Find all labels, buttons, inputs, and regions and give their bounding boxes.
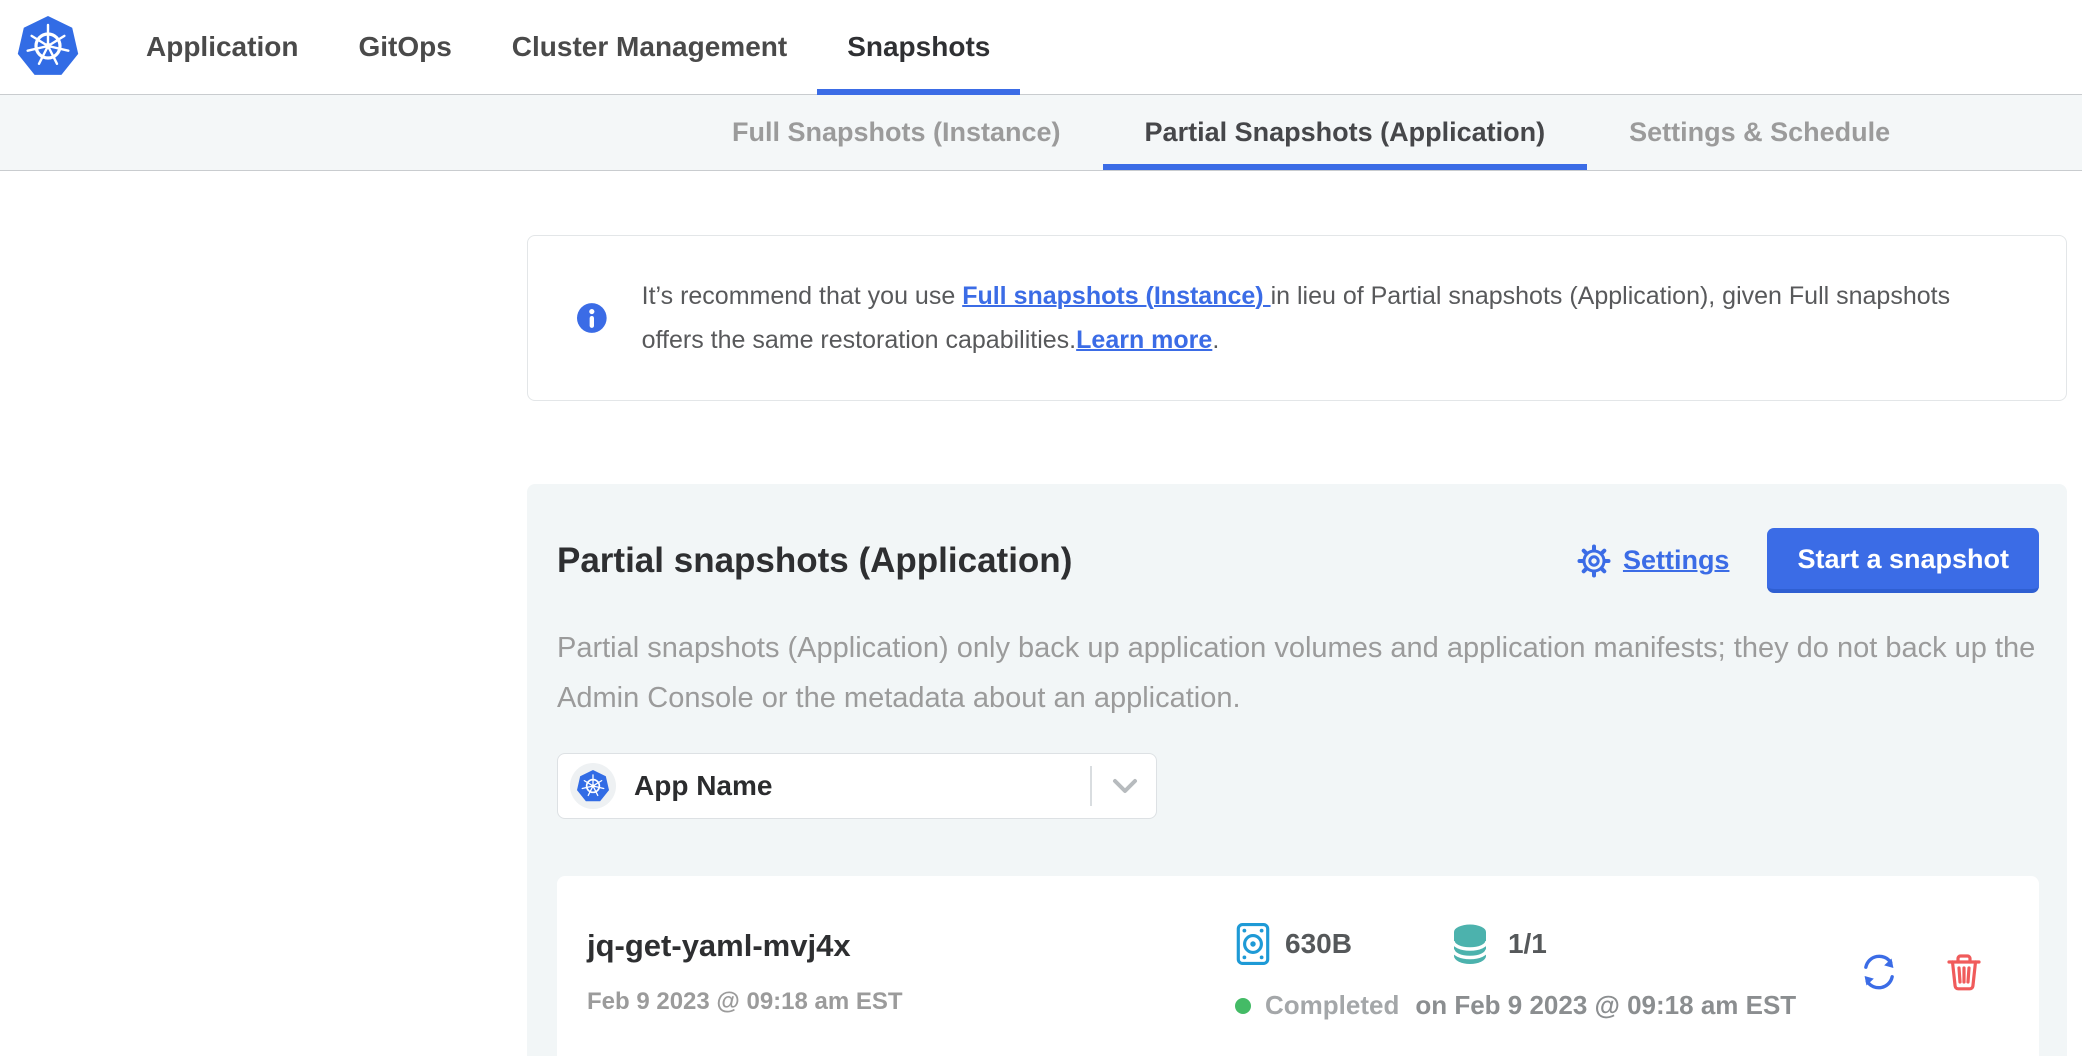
snapshot-volume-count: 1/1 — [1508, 928, 1547, 960]
snapshot-size-stat: 630B — [1235, 923, 1352, 965]
trash-icon — [1945, 952, 1983, 992]
partial-snapshots-panel: Partial snapshots (Application) — [527, 484, 2067, 1056]
top-nav-items: Application GitOps Cluster Management Sn… — [116, 0, 1020, 94]
snapshot-status: Completed on Feb 9 2023 @ 09:18 am EST — [1235, 990, 1859, 1021]
snapshot-settings-link[interactable]: Settings — [1577, 544, 1730, 578]
tab-label: Settings & Schedule — [1629, 117, 1890, 148]
start-snapshot-button[interactable]: Start a snapshot — [1767, 528, 2039, 593]
full-snapshots-link[interactable]: Full snapshots (Instance) — [962, 282, 1270, 310]
panel-description: Partial snapshots (Application) only bac… — [557, 623, 2039, 723]
gear-icon — [1577, 544, 1611, 578]
snapshot-name: jq-get-yaml-mvj4x — [587, 928, 1235, 964]
nav-item-label: Snapshots — [847, 31, 990, 63]
banner-text-segment: . — [1212, 326, 1219, 354]
tab-label: Full Snapshots (Instance) — [732, 117, 1061, 148]
restore-icon — [1859, 952, 1899, 992]
disk-icon — [1235, 923, 1271, 965]
nav-item-snapshots[interactable]: Snapshots — [817, 0, 1020, 94]
chevron-down-icon[interactable] — [1112, 778, 1138, 794]
nav-item-application[interactable]: Application — [116, 0, 328, 94]
status-dot-icon — [1235, 998, 1251, 1014]
snapshot-info: jq-get-yaml-mvj4x Feb 9 2023 @ 09:18 am … — [587, 928, 1235, 1016]
nav-item-gitops[interactable]: GitOps — [328, 0, 481, 94]
snapshot-row: jq-get-yaml-mvj4x Feb 9 2023 @ 09:18 am … — [557, 876, 2039, 1056]
nav-item-cluster-management[interactable]: Cluster Management — [482, 0, 817, 94]
restore-snapshot-button[interactable] — [1859, 952, 1899, 992]
snapshot-timestamp: Feb 9 2023 @ 09:18 am EST — [587, 988, 1235, 1016]
snapshot-size: 630B — [1285, 928, 1352, 960]
snapshots-subnav: Full Snapshots (Instance) Partial Snapsh… — [0, 95, 2082, 171]
banner-text: It’s recommend that you use Full snapsho… — [642, 274, 2018, 362]
tab-partial-snapshots[interactable]: Partial Snapshots (Application) — [1103, 95, 1588, 170]
snapshot-volumes-stat: 1/1 — [1446, 922, 1547, 966]
snapshot-stats: 630B 1/1 Completed o — [1235, 922, 1859, 1021]
info-banner: It’s recommend that you use Full snapsho… — [527, 235, 2067, 401]
panel-header: Partial snapshots (Application) — [557, 528, 2039, 593]
nav-item-label: GitOps — [358, 31, 451, 63]
delete-snapshot-button[interactable] — [1945, 952, 1983, 992]
info-icon — [576, 302, 608, 334]
main-content: It’s recommend that you use Full snapsho… — [527, 235, 2067, 1056]
selector-divider — [1090, 766, 1092, 806]
database-icon — [1446, 922, 1494, 966]
settings-link-label: Settings — [1623, 545, 1730, 576]
snapshot-actions — [1859, 952, 2003, 992]
tab-label: Partial Snapshots (Application) — [1145, 117, 1546, 148]
learn-more-link[interactable]: Learn more — [1076, 326, 1212, 354]
app-icon-badge — [570, 763, 616, 809]
status-label: Completed — [1265, 990, 1399, 1021]
top-navbar: Application GitOps Cluster Management Sn… — [0, 0, 2082, 95]
kubernetes-app-icon — [576, 769, 610, 804]
app-name-dropdown[interactable]: App Name — [557, 753, 1157, 819]
status-detail: on Feb 9 2023 @ 09:18 am EST — [1415, 990, 1796, 1021]
app-name-value: App Name — [634, 770, 772, 802]
kubernetes-logo-icon — [16, 14, 80, 80]
banner-text-segment: It’s recommend that you use — [642, 282, 963, 310]
nav-item-label: Cluster Management — [512, 31, 787, 63]
page-title: Partial snapshots (Application) — [557, 541, 1577, 581]
tab-settings-schedule[interactable]: Settings & Schedule — [1587, 95, 1932, 170]
tab-full-snapshots[interactable]: Full Snapshots (Instance) — [690, 95, 1103, 170]
nav-item-label: Application — [146, 31, 298, 63]
